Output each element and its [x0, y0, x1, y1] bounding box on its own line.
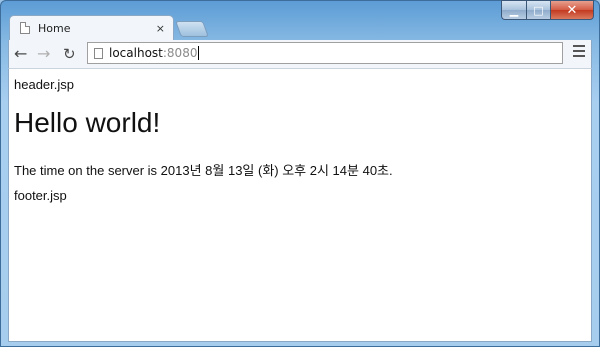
- page-heading: Hello world!: [14, 107, 161, 138]
- minimize-button[interactable]: ▁: [501, 0, 526, 20]
- page-icon: [20, 22, 30, 34]
- address-bar[interactable]: localhost :8080: [87, 42, 563, 64]
- url-port: :8080: [162, 46, 200, 60]
- page-icon: [94, 47, 103, 59]
- back-arrow-icon[interactable]: ←: [14, 44, 27, 63]
- reload-icon[interactable]: ↻: [63, 45, 76, 63]
- browser-window: ▁ □ ✕ Home × ← → ↻ localhost :8080 heade…: [0, 0, 600, 347]
- close-window-button[interactable]: ✕: [550, 0, 594, 20]
- menu-icon[interactable]: [573, 45, 585, 60]
- browser-toolbar: ← → ↻ localhost :8080: [8, 40, 592, 68]
- tab-title: Home: [38, 21, 71, 35]
- url-host: localhost: [109, 46, 163, 60]
- forward-arrow-icon[interactable]: →: [37, 44, 50, 63]
- page-content: header.jsp Hello world! The time on the …: [8, 68, 592, 342]
- window-controls: ▁ □ ✕: [501, 0, 594, 20]
- tab-home[interactable]: Home ×: [9, 15, 174, 40]
- server-time-text: The time on the server is 2013년 8월 13일 (…: [14, 163, 393, 178]
- tab-close-icon[interactable]: ×: [156, 22, 165, 35]
- maximize-button[interactable]: □: [526, 0, 550, 20]
- header-include-text: header.jsp: [14, 77, 74, 92]
- footer-include-text: footer.jsp: [14, 188, 67, 203]
- new-tab-button[interactable]: [175, 21, 209, 37]
